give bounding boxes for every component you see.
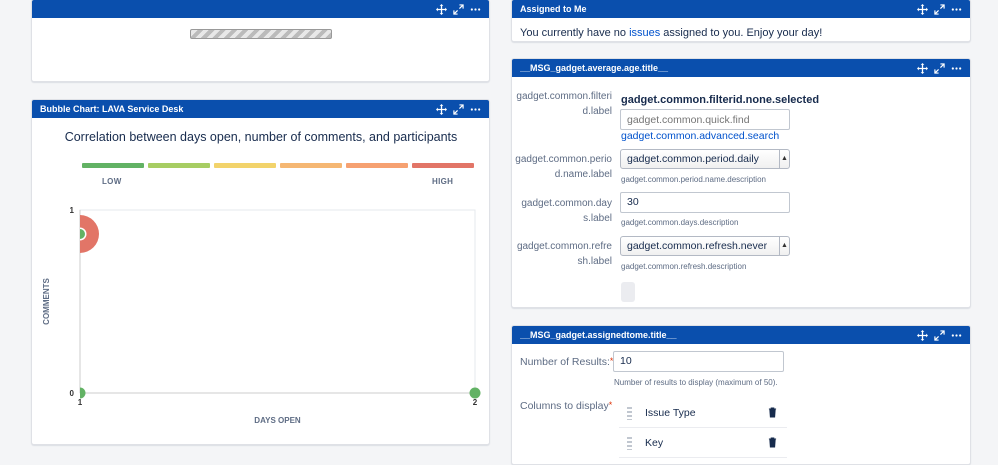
gadget-header: __MSG_gadget.average.age.title__	[512, 59, 970, 77]
x-tick-label: 1	[78, 398, 83, 407]
assigned-to-me-gadget: Assigned to Me You currently have no iss…	[511, 0, 971, 42]
gadget-title: Bubble Chart: LAVA Service Desk	[40, 104, 184, 114]
maximize-icon[interactable]	[453, 103, 464, 115]
legend-low-label: LOW	[102, 177, 122, 186]
days-input[interactable]: 30	[620, 192, 790, 213]
gadget-title: __MSG_gadget.average.age.title__	[520, 63, 669, 73]
legend-segment	[346, 163, 408, 168]
days-description: gadget.common.days.description	[621, 218, 739, 227]
move-icon[interactable]	[917, 62, 928, 74]
column-name: Key	[645, 437, 664, 449]
maximize-icon[interactable]	[934, 3, 945, 15]
more-options-icon[interactable]	[951, 4, 962, 15]
required-marker: *	[608, 400, 613, 410]
refresh-label: gadget.common.refresh.label	[516, 241, 612, 267]
more-options-icon[interactable]	[470, 4, 481, 15]
results-label: Number of Results:*	[520, 356, 614, 368]
trash-icon[interactable]	[768, 407, 777, 418]
maximize-icon[interactable]	[934, 329, 945, 341]
refresh-select[interactable]: gadget.common.refresh.never ▲	[620, 236, 790, 256]
gadget-header: Assigned to Me	[512, 0, 970, 18]
gadget-header: Bubble Chart: LAVA Service Desk	[32, 100, 489, 118]
dropdown-arrow-icon: ▲	[779, 237, 789, 255]
dropdown-arrow-icon: ▲	[779, 150, 789, 168]
drag-handle-icon[interactable]	[627, 437, 632, 450]
results-description: Number of results to display (maximum of…	[614, 378, 778, 387]
chart-title: Correlation between days open, number of…	[64, 130, 458, 144]
x-tick-label: 2	[473, 398, 478, 407]
gadget-title: Assigned to Me	[520, 4, 587, 14]
column-name: Issue Type	[645, 407, 696, 419]
y-axis-label: COMMENTS	[42, 278, 51, 325]
bubble-point	[469, 387, 481, 399]
days-label: gadget.common.days.label	[521, 198, 612, 224]
assigned-to-me-config-gadget: __MSG_gadget.assignedtome.title__ Number…	[511, 325, 971, 465]
maximize-icon[interactable]	[934, 62, 945, 74]
legend-segment	[82, 163, 144, 168]
legend-segment	[214, 163, 276, 168]
period-select[interactable]: gadget.common.period.daily ▲	[620, 149, 790, 169]
columns-label: Columns to display*	[520, 400, 613, 412]
gadget-header: __MSG_gadget.assignedtome.title__	[512, 326, 970, 344]
results-input[interactable]: 10	[613, 351, 784, 372]
bubble-point	[80, 387, 86, 399]
more-options-icon[interactable]	[951, 330, 962, 341]
save-button[interactable]	[621, 282, 635, 302]
refresh-description: gadget.common.refresh.description	[621, 262, 747, 271]
issues-link[interactable]: issues	[629, 27, 660, 39]
column-row-key[interactable]: Key	[619, 429, 787, 458]
column-row-issue-type[interactable]: Issue Type	[619, 399, 787, 428]
plot-area	[79, 209, 476, 394]
bubble-chart: 011 2DAYS OPENCOMMENTS	[42, 206, 481, 425]
trash-icon[interactable]	[768, 437, 777, 448]
more-options-icon[interactable]	[470, 104, 481, 115]
bubble-chart-gadget: Bubble Chart: LAVA Service Desk Correlat…	[31, 99, 490, 445]
gadget-title: __MSG_gadget.assignedtome.title__	[520, 330, 677, 340]
move-icon[interactable]	[436, 103, 447, 115]
y-tick-label: 0	[70, 389, 75, 398]
no-issues-message: You currently have no issues assigned to…	[520, 27, 823, 39]
gadget-header	[32, 0, 489, 18]
legend-segment	[148, 163, 210, 168]
loading-progress-bar	[190, 29, 332, 39]
more-options-icon[interactable]	[951, 63, 962, 74]
period-description: gadget.common.period.name.description	[621, 175, 766, 184]
bubble-point	[80, 229, 85, 239]
filter-label: gadget.common.filterid.label	[516, 91, 612, 117]
quick-find-input[interactable]	[620, 109, 790, 130]
x-axis-label: DAYS OPEN	[254, 416, 301, 425]
y-tick-label: 1	[70, 206, 75, 215]
legend-segment	[412, 163, 474, 168]
move-icon[interactable]	[917, 329, 928, 341]
advanced-search-link[interactable]: gadget.common.advanced.search	[621, 130, 779, 142]
loading-gadget	[31, 0, 490, 82]
legend-high-label: HIGH	[432, 177, 454, 186]
drag-handle-icon[interactable]	[627, 407, 632, 420]
legend-segment	[280, 163, 342, 168]
filter-none-selected: gadget.common.filterid.none.selected	[621, 94, 820, 106]
maximize-icon[interactable]	[453, 3, 464, 15]
move-icon[interactable]	[917, 3, 928, 15]
move-icon[interactable]	[436, 3, 447, 15]
average-age-config-gadget: __MSG_gadget.average.age.title__ gadget.…	[511, 58, 971, 308]
period-label: gadget.common.period.name.label	[515, 154, 612, 180]
